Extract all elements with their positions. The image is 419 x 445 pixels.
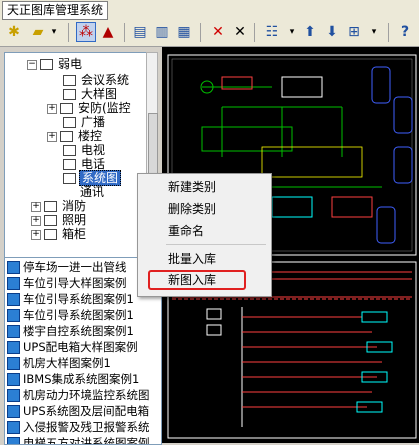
drawing-icon xyxy=(7,277,20,290)
drawing-icon xyxy=(7,325,20,338)
title-bar: 天正图库管理系统 xyxy=(0,0,419,20)
tree-item-weak-current[interactable]: − 弱电 xyxy=(27,57,84,71)
folder-icon xyxy=(60,131,73,142)
tree-item-selected[interactable]: 系统图 xyxy=(63,170,122,186)
list-item[interactable]: UPS配电箱大样图案例 xyxy=(7,339,138,355)
tree-item[interactable]: + 照明 xyxy=(31,213,88,227)
help-icon[interactable]: ? xyxy=(395,22,415,42)
drawing-icon xyxy=(7,309,20,322)
window-title: 天正图库管理系统 xyxy=(2,1,109,20)
list-view-icon[interactable]: ☷ xyxy=(262,22,282,42)
list-item[interactable]: 入侵报警及残卫报警系统 xyxy=(7,419,150,435)
expand-icon[interactable]: + xyxy=(31,215,41,226)
tree-item[interactable]: + 消防 xyxy=(31,199,88,213)
toolbar-separator xyxy=(254,23,255,42)
tree-item[interactable]: 大样图 xyxy=(63,87,119,101)
folder-icon xyxy=(63,75,76,86)
list-item[interactable]: 停车场一进一出管线 xyxy=(7,259,127,275)
toolbar-separator xyxy=(124,23,125,42)
drawing-icon xyxy=(7,373,20,386)
folder-icon xyxy=(44,229,57,240)
insert-block-icon[interactable]: ▤ xyxy=(130,22,150,42)
menu-item-new-category[interactable]: 新建类别 xyxy=(168,178,216,196)
tree-item[interactable]: 通讯 xyxy=(78,185,106,199)
menu-separator xyxy=(166,244,266,245)
dropdown-arrow-icon[interactable]: ▾ xyxy=(282,22,302,42)
list-item[interactable]: 机房大样图案例1 xyxy=(7,355,111,371)
drawing-icon xyxy=(7,437,20,444)
expand-icon[interactable]: + xyxy=(31,201,41,212)
toolbar: ✱ ▰ ▾ ⁂ ▲ ▤ ▥ ▦ ✕ ✕ ☷ ▾ ⬆ ⬇ ⊞ ▾ ? xyxy=(0,20,419,47)
new-category-icon[interactable]: ✱ xyxy=(4,22,24,42)
drawing-icon xyxy=(7,405,20,418)
replace-block-icon[interactable]: ▥ xyxy=(152,22,172,42)
collapse-icon[interactable]: − xyxy=(27,59,37,70)
drawing-icon xyxy=(7,421,20,434)
tree-item[interactable]: + 楼控 xyxy=(47,129,104,143)
folder-icon xyxy=(63,145,76,156)
drawing-icon xyxy=(7,389,20,402)
folder-icon xyxy=(63,173,76,184)
scroll-thumb[interactable] xyxy=(148,113,158,175)
list-item[interactable]: UPS系统图及层间配电箱 xyxy=(7,403,149,419)
tree-item[interactable]: 会议系统 xyxy=(63,73,131,87)
close-icon[interactable]: ✕ xyxy=(230,22,250,42)
expand-icon[interactable]: + xyxy=(47,131,57,142)
delete-icon[interactable]: ✕ xyxy=(208,22,228,42)
layout-grid-icon[interactable]: ⊞ xyxy=(344,22,364,42)
list-item[interactable]: 车位引导大样图案例 xyxy=(7,275,127,291)
folder-icon xyxy=(63,89,76,100)
folder-icon xyxy=(40,59,53,70)
list-item[interactable]: 车位引导系统图案例1 xyxy=(7,307,134,323)
expand-icon[interactable]: + xyxy=(47,103,57,114)
menu-item-rename[interactable]: 重命名 xyxy=(168,222,204,240)
folder-icon xyxy=(44,215,57,226)
list-item[interactable]: 机房动力环境监控系统图 xyxy=(7,387,150,403)
tree-item[interactable]: 广播 xyxy=(63,115,107,129)
list-item[interactable]: 楼宇自控系统图案例1 xyxy=(7,323,134,339)
list-item[interactable]: 电梯五方对讲系统图案例 xyxy=(7,435,150,444)
grid-view-icon[interactable]: ⁂ xyxy=(76,22,96,42)
list-item[interactable]: IBMS集成系统图案例1 xyxy=(7,371,139,387)
move-down-icon[interactable]: ⬇ xyxy=(322,22,342,42)
move-up-icon[interactable]: ⬆ xyxy=(300,22,320,42)
drawing-icon xyxy=(7,357,20,370)
triangle-tool-icon[interactable]: ▲ xyxy=(98,22,118,42)
context-menu: 新建类别 删除类别 重命名 批量入库 新图入库 xyxy=(137,173,272,297)
category-tree[interactable]: − 弱电 会议系统 大样图 + 安防(监控 广播 + 楼控 电视 电话 系统图 通讯 … xyxy=(4,52,148,284)
folder-icon xyxy=(63,117,76,128)
menu-item-new-drawing-import[interactable]: 新图入库 xyxy=(168,271,216,289)
expand-icon[interactable]: + xyxy=(31,229,41,240)
drawing-icon xyxy=(7,341,20,354)
folder-icon xyxy=(60,103,73,114)
toolbar-separator xyxy=(200,23,201,42)
tree-item[interactable]: 电话 xyxy=(63,157,107,171)
toolbar-separator xyxy=(388,23,389,42)
dropdown-arrow-icon[interactable]: ▾ xyxy=(364,22,384,42)
left-panel: − 弱电 会议系统 大样图 + 安防(监控 广播 + 楼控 电视 电话 系统图 通讯 … xyxy=(0,47,162,445)
tree-item[interactable]: 电视 xyxy=(63,143,107,157)
folder-icon xyxy=(63,159,76,170)
batch-replace-icon[interactable]: ▦ xyxy=(174,22,194,42)
tree-item[interactable]: + 箱柜 xyxy=(31,227,88,241)
menu-item-delete-category[interactable]: 删除类别 xyxy=(168,200,216,218)
tree-item[interactable]: + 安防(监控 xyxy=(47,101,133,115)
menu-item-batch-import[interactable]: 批量入库 xyxy=(168,250,216,268)
toolbar-separator xyxy=(68,23,69,42)
drawing-icon xyxy=(7,261,20,274)
list-item[interactable]: 车位引导系统图案例1 xyxy=(7,291,134,307)
dropdown-arrow-icon[interactable]: ▾ xyxy=(44,22,64,42)
drawing-icon xyxy=(7,293,20,306)
folder-icon xyxy=(44,201,57,212)
